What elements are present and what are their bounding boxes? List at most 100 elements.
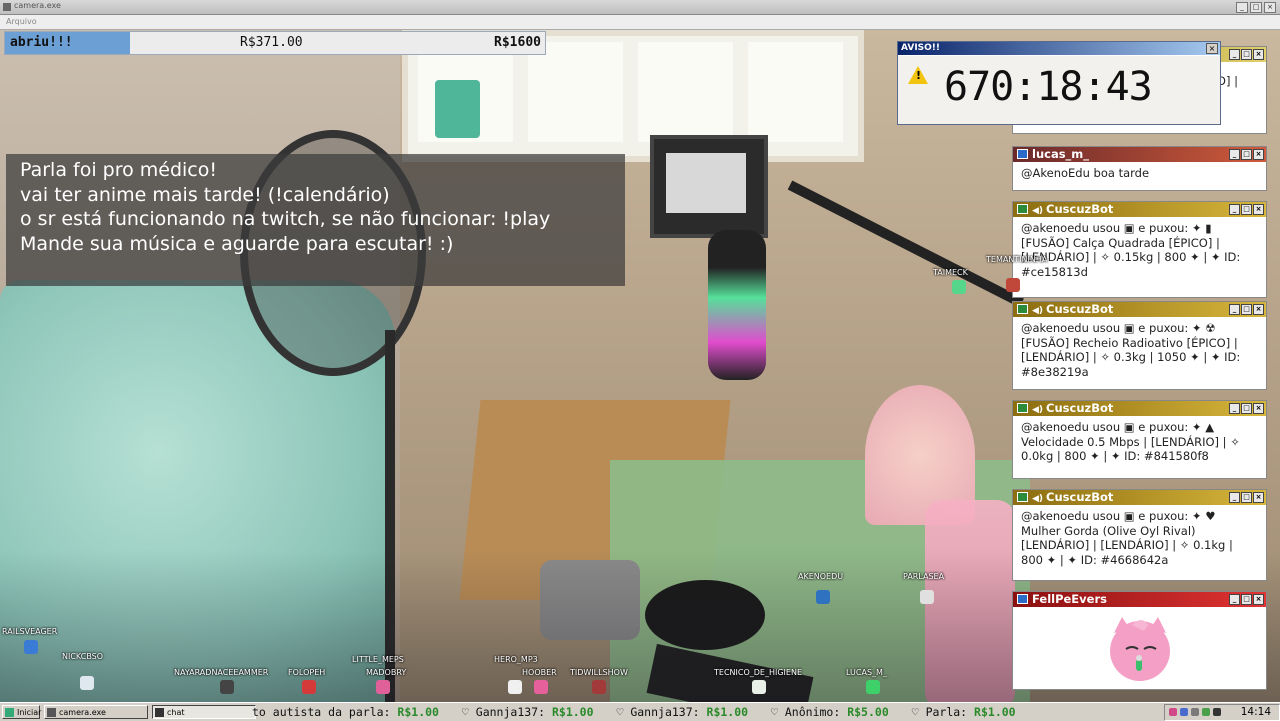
close-icon[interactable]: × (1253, 304, 1264, 315)
chat-line: [LENDÁRIO] | ✧ 0.15kg | 800 ✦ | ✦ ID: (1021, 250, 1241, 264)
minimize-icon[interactable]: _ (1229, 304, 1240, 315)
avatar-label: MADOBRY (366, 668, 407, 677)
ticker-amount: R$1.00 (551, 705, 594, 719)
maximize-icon[interactable]: □ (1241, 204, 1252, 215)
chat-username: CuscuzBot (1046, 490, 1114, 504)
avatar-label: LUCAS_M_ (846, 668, 887, 677)
avatar-label: PARLASEA (903, 572, 945, 581)
chat-username: CuscuzBot (1046, 302, 1114, 316)
minimize-icon[interactable]: _ (1229, 49, 1240, 60)
avatar-sprite (220, 680, 234, 694)
chat-line: 0.0kg | 800 ✦ | ✦ ID: #841580f8 (1021, 449, 1209, 463)
close-icon[interactable]: × (1253, 492, 1264, 503)
tray-icon[interactable] (1213, 708, 1221, 716)
speaker-icon: ◀) (1032, 206, 1044, 216)
maximize-icon[interactable]: □ (1241, 149, 1252, 160)
tray-icon[interactable] (1202, 708, 1210, 716)
avatar-label: LITTLE_MEPS (352, 655, 404, 664)
minimize-icon[interactable]: _ (1229, 492, 1240, 503)
close-icon[interactable]: × (1253, 594, 1264, 605)
avatar-label: HOOBER (522, 668, 557, 677)
minimize-icon[interactable]: _ (1229, 403, 1240, 414)
minimize-icon[interactable]: _ (1229, 204, 1240, 215)
timer-title[interactable]: AVISO!! (898, 42, 1220, 55)
chat-window-header[interactable]: FellPeEvers _ □ × (1013, 592, 1266, 607)
chat-window: FellPeEvers _ □ × (1012, 591, 1267, 690)
bot-icon (1017, 204, 1028, 214)
ticker-amount: R$5.00 (847, 705, 889, 719)
plant-pot (435, 80, 480, 138)
tray-icon[interactable] (1180, 708, 1188, 716)
avatar-sprite (866, 680, 880, 694)
avatar-sprite (920, 590, 934, 604)
chat-window: ◀) CuscuzBot _ □ × @akenoedu usou ▣ e puxou… (1012, 489, 1267, 581)
chat-window-header[interactable]: ◀) CuscuzBot _ □ × (1013, 490, 1266, 505)
timer-window: AVISO!! × ! 670:18:43 (897, 41, 1221, 125)
minimize-button[interactable]: _ (1236, 2, 1248, 13)
window-controls: _ □ × (1236, 2, 1276, 13)
clock[interactable]: 14:14 (1241, 705, 1271, 720)
donation-ticker: to autista da parla: R$1.00 ♡ Gannja137:… (252, 705, 1016, 719)
taskbar-button-chat[interactable]: chat (152, 705, 256, 719)
start-button[interactable]: Iniciar (2, 705, 41, 719)
chat-window-header[interactable]: lucas_m_ _ □ × (1013, 147, 1266, 162)
close-button[interactable]: × (1264, 2, 1276, 13)
minimize-icon[interactable]: _ (1229, 149, 1240, 160)
chat-line: #ce15813d (1021, 264, 1088, 279)
chat-line: Mulher Gorda (Olive Oyl Rival) (1021, 523, 1196, 538)
maximize-icon[interactable]: □ (1241, 304, 1252, 315)
taskbar: Iniciar camera.exe chat to autista da pa… (0, 702, 1280, 721)
chat-window-header[interactable]: ◀) CuscuzBot _ □ × (1013, 202, 1266, 217)
announcement-line: o sr está funcionando na twitch, se não … (20, 208, 551, 230)
windows-icon (5, 708, 14, 717)
chat-line: 800 ✦ | ✦ ID: #4668642a (1021, 552, 1169, 567)
warning-icon: ! (908, 66, 928, 84)
close-icon[interactable]: × (1253, 403, 1264, 414)
chat-username: FellPeEvers (1032, 592, 1107, 606)
chat-line: [FUSÃO] Calça Quadrada [ÉPICO] | (1021, 235, 1220, 250)
maximize-icon[interactable]: □ (1241, 49, 1252, 60)
tray-icon[interactable] (1191, 708, 1199, 716)
chat-line: @AkenoEdu boa tarde (1021, 166, 1150, 180)
avatar-label: FOLOPEH (288, 668, 326, 677)
chat-window: ◀) CuscuzBot _ □ × @akenoedu usou ▣ e puxou… (1012, 301, 1267, 390)
close-icon[interactable]: × (1206, 43, 1218, 54)
ticker-name: to autista da parla: (252, 705, 391, 719)
close-icon[interactable]: × (1253, 49, 1264, 60)
avatar-label: TIDWILLSHOW (570, 668, 628, 677)
chat-username: CuscuzBot (1046, 202, 1114, 216)
close-icon[interactable]: × (1253, 204, 1264, 215)
chat-window: ◀) CuscuzBot _ □ × @akenoedu usou ▣ e puxou… (1012, 201, 1267, 298)
ticker-amount: R$1.00 (706, 705, 749, 719)
chat-window-header[interactable]: ◀) CuscuzBot _ □ × (1013, 302, 1266, 317)
ticker-name: Gannja137: (475, 705, 546, 719)
avatar-sprite (752, 680, 766, 694)
chat-line: #8e38219a (1021, 364, 1089, 379)
chat-line: Velocidade 0.5 Mbps | [LENDÁRIO] | ✧ (1021, 434, 1240, 449)
avatar-sprite (24, 640, 38, 654)
ticker-amount: R$1.00 (974, 705, 1016, 719)
taskbar-button-camera[interactable]: camera.exe (44, 705, 148, 719)
speaker-icon: ◀) (1032, 306, 1044, 316)
chat-line: @akenoedu usou ▣ e puxou: ✦ ♥ (1021, 509, 1216, 523)
menu-arquivo[interactable]: Arquivo (6, 17, 37, 26)
avatar-sprite (534, 680, 548, 694)
timer-display: 670:18:43 (944, 64, 1153, 110)
maximize-button[interactable]: □ (1250, 2, 1262, 13)
avatar-label: TAIMECK (933, 268, 968, 277)
announcement-line: Parla foi pro médico! (20, 159, 217, 181)
close-icon[interactable]: × (1253, 149, 1264, 160)
chat-line: [FUSÃO] Recheio Radioativo [ÉPICO] | (1021, 335, 1238, 350)
old-tv (650, 135, 768, 238)
chat-window-header[interactable]: ◀) CuscuzBot _ □ × (1013, 401, 1266, 416)
twitch-icon (1017, 149, 1028, 159)
app-icon (3, 3, 11, 11)
maximize-icon[interactable]: □ (1241, 492, 1252, 503)
bot-icon (1017, 492, 1028, 502)
maximize-icon[interactable]: □ (1241, 594, 1252, 605)
tray-icon[interactable] (1169, 708, 1177, 716)
avatar-sprite (952, 280, 966, 294)
maximize-icon[interactable]: □ (1241, 403, 1252, 414)
window-titlebar: camera.exe _ □ × (0, 0, 1280, 15)
minimize-icon[interactable]: _ (1229, 594, 1240, 605)
